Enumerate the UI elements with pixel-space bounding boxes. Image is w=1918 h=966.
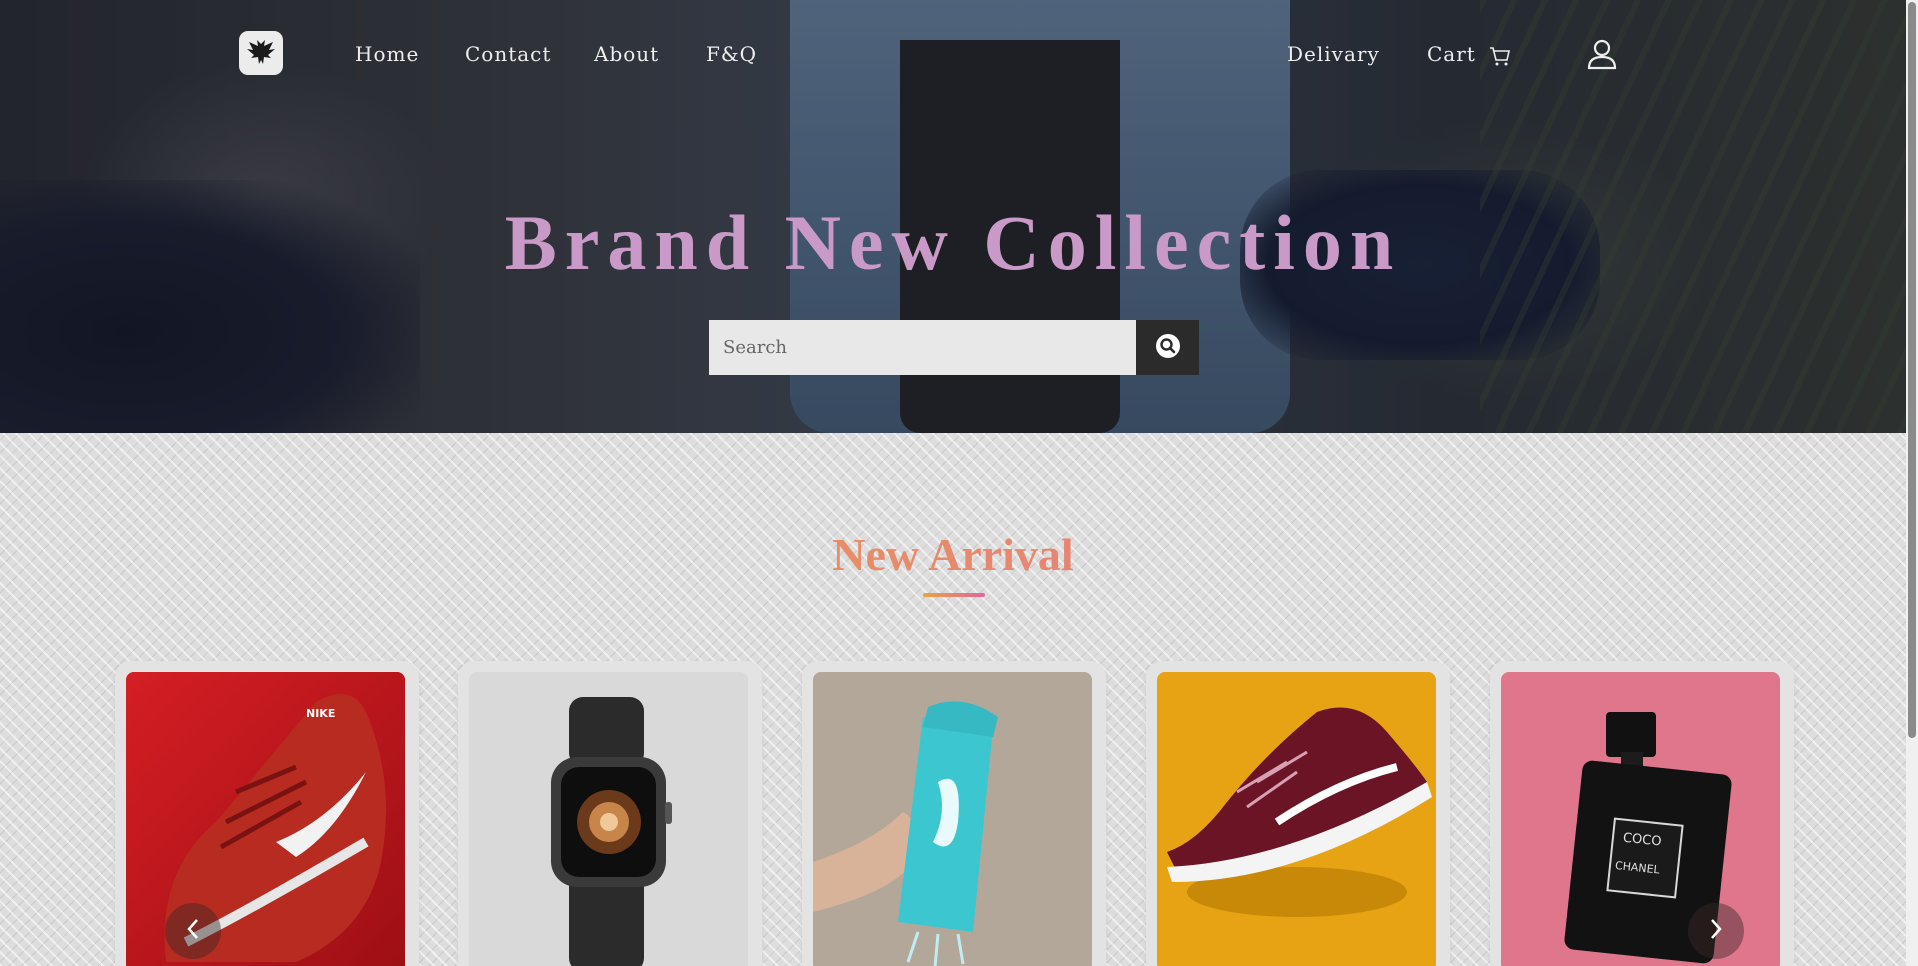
nav-cart-link[interactable]: Cart (1427, 42, 1476, 66)
chevron-right-icon (1707, 917, 1725, 945)
product-image-maroon-sneaker[interactable] (1157, 672, 1436, 966)
search-button[interactable] (1136, 320, 1199, 375)
search-bar (709, 320, 1199, 375)
product-card[interactable] (458, 661, 762, 966)
nav-faq-link[interactable]: F&Q (706, 42, 757, 66)
product-card[interactable] (802, 661, 1106, 966)
carousel-prev-button[interactable] (165, 903, 221, 959)
top-nav: Home Contact About F&Q Delivary Cart (0, 0, 1906, 110)
product-card[interactable]: COCO CHANEL (1490, 661, 1794, 966)
nav-home-link[interactable]: Home (355, 42, 419, 66)
search-input[interactable] (709, 320, 1136, 375)
nav-about-link[interactable]: About (594, 42, 659, 66)
eagle-logo-icon[interactable] (239, 31, 283, 75)
product-image-smartwatch[interactable] (469, 672, 748, 966)
scrollbar-thumb[interactable] (1908, 2, 1916, 738)
hero-title: Brand New Collection (504, 199, 1402, 286)
section-title: New Arrival (0, 528, 1906, 581)
user-icon[interactable] (1587, 38, 1617, 74)
nav-delivery-link[interactable]: Delivary (1287, 42, 1380, 66)
hero-banner: Home Contact About F&Q Delivary Cart Bra… (0, 0, 1906, 433)
cart-icon[interactable] (1488, 45, 1512, 71)
title-underline (923, 593, 985, 597)
product-card[interactable]: NIKE (115, 661, 419, 966)
product-image-shaker-bottle[interactable] (813, 672, 1092, 966)
carousel-next-button[interactable] (1688, 903, 1744, 959)
product-card[interactable] (1146, 661, 1450, 966)
nav-contact-link[interactable]: Contact (465, 42, 551, 66)
search-icon (1154, 332, 1182, 363)
chevron-left-icon (184, 917, 202, 945)
svg-text:NIKE: NIKE (306, 707, 335, 720)
